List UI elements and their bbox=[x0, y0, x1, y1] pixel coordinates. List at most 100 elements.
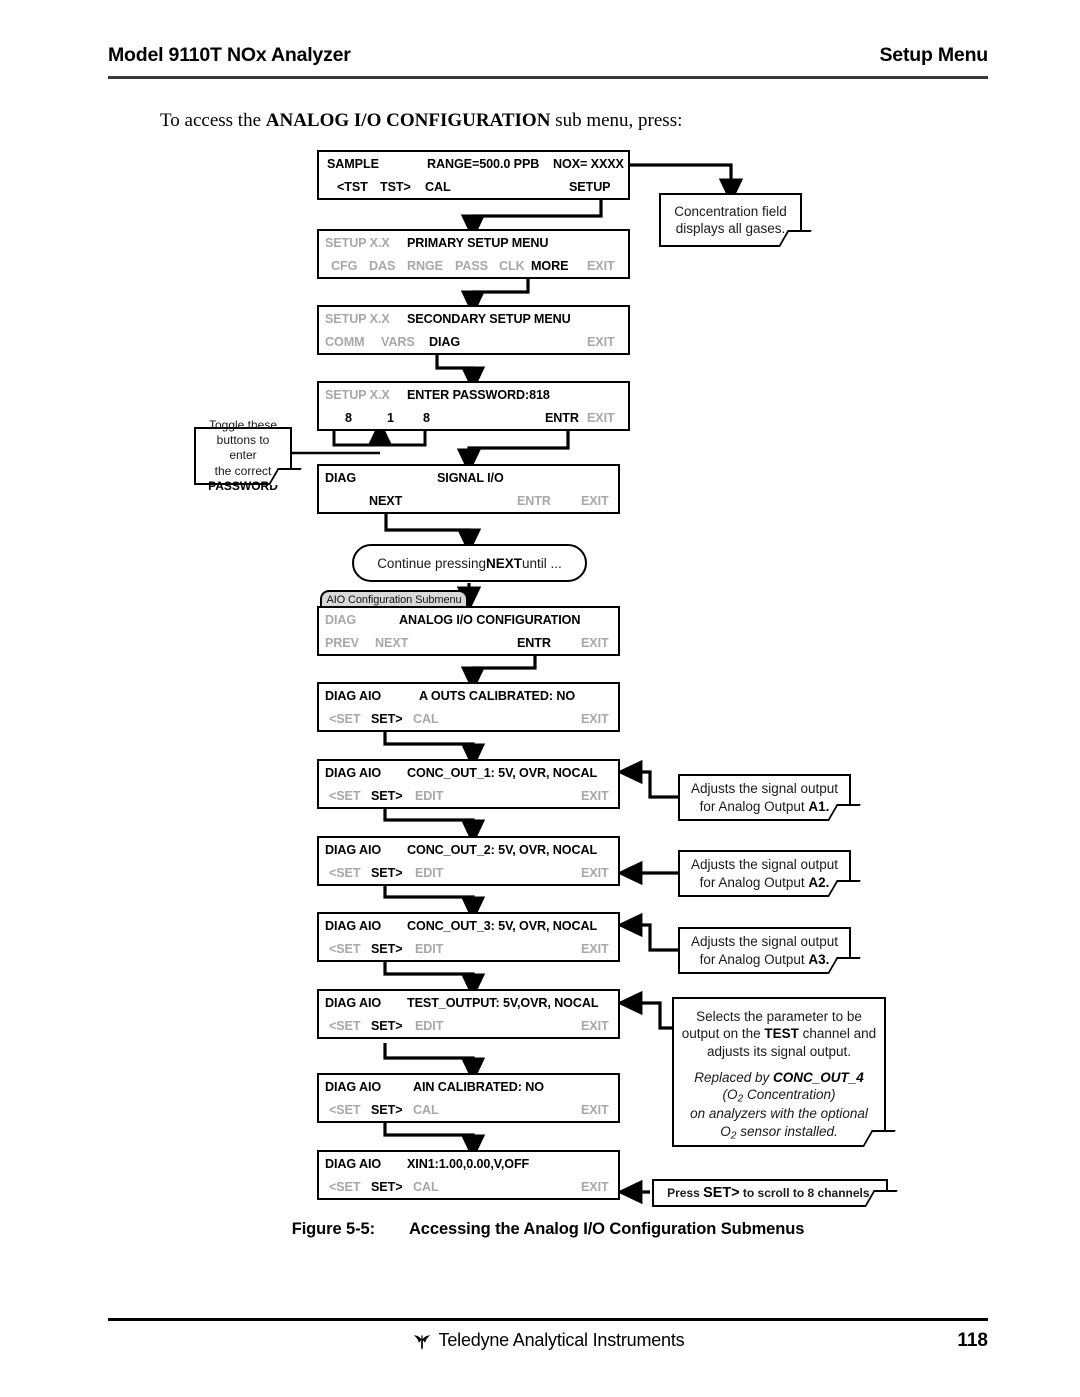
button-prev[interactable]: PREV bbox=[325, 636, 359, 650]
ain-menu-id: DIAG AIO bbox=[325, 1079, 382, 1094]
button-set-next[interactable]: SET> bbox=[371, 712, 403, 726]
password-digit-3[interactable]: 8 bbox=[423, 411, 430, 425]
button-rnge[interactable]: RNGE bbox=[407, 259, 443, 273]
ain-title: AIN CALIBRATED: NO bbox=[413, 1079, 544, 1094]
panel-row-status: SAMPLE RANGE=500.0 PPB NOX= XXXX bbox=[319, 152, 628, 175]
button-edit[interactable]: EDIT bbox=[415, 866, 443, 880]
button-tst-prev[interactable]: <TST bbox=[337, 180, 368, 194]
button-next[interactable]: NEXT bbox=[369, 494, 402, 508]
button-exit[interactable]: EXIT bbox=[581, 494, 609, 508]
button-entr[interactable]: ENTR bbox=[517, 494, 551, 508]
display-panel-sample[interactable]: SAMPLE RANGE=500.0 PPB NOX= XXXX <TST TS… bbox=[317, 150, 630, 200]
continue-before: Continue pressing bbox=[377, 555, 487, 571]
note-scroll-channels: Press SET> to scroll to 8 channels. bbox=[652, 1179, 888, 1207]
button-clk[interactable]: CLK bbox=[499, 259, 525, 273]
button-exit[interactable]: EXIT bbox=[581, 636, 609, 650]
button-exit[interactable]: EXIT bbox=[581, 942, 609, 956]
password-digit-1[interactable]: 8 bbox=[345, 411, 352, 425]
button-pass[interactable]: PASS bbox=[455, 259, 488, 273]
button-more[interactable]: MORE bbox=[531, 259, 568, 273]
display-panel-primary-setup[interactable]: SETUP X.X PRIMARY SETUP MENU CFG DAS RNG… bbox=[317, 229, 630, 279]
button-tst-next[interactable]: TST> bbox=[380, 180, 411, 194]
button-set-prev[interactable]: <SET bbox=[329, 712, 361, 726]
button-set-next[interactable]: SET> bbox=[371, 1180, 403, 1194]
note-test-ital4-pre: O bbox=[720, 1123, 731, 1139]
password-digit-2[interactable]: 1 bbox=[387, 411, 394, 425]
button-edit[interactable]: EDIT bbox=[415, 1019, 443, 1033]
panel-row-status: DIAG ANALOG I/O CONFIGURATION bbox=[319, 608, 618, 631]
button-cal[interactable]: CAL bbox=[413, 712, 439, 726]
note-password-line3: the correct bbox=[214, 463, 272, 478]
note-scroll-emphasis: SET> bbox=[703, 1184, 740, 1201]
figure-caption: Figure 5-5: Accessing the Analog I/O Conf… bbox=[108, 1220, 988, 1239]
button-set-next[interactable]: SET> bbox=[371, 1019, 403, 1033]
button-set-next[interactable]: SET> bbox=[371, 942, 403, 956]
button-setup[interactable]: SETUP bbox=[569, 180, 611, 194]
button-exit[interactable]: EXIT bbox=[587, 411, 615, 425]
display-panel-enter-password[interactable]: SETUP X.X ENTER PASSWORD:818 8 1 8 ENTR … bbox=[317, 381, 630, 431]
button-next[interactable]: NEXT bbox=[375, 636, 408, 650]
secondary-setup-title: SECONDARY SETUP MENU bbox=[407, 311, 571, 326]
note-test-line3: adjusts its signal output. bbox=[706, 1043, 852, 1059]
display-panel-secondary-setup[interactable]: SETUP X.X SECONDARY SETUP MENU COMM VARS… bbox=[317, 305, 630, 355]
button-exit[interactable]: EXIT bbox=[581, 1019, 609, 1033]
display-panel-a-outs-calibrated[interactable]: DIAG AIO A OUTS CALIBRATED: NO <SET SET>… bbox=[317, 682, 620, 732]
button-exit[interactable]: EXIT bbox=[581, 712, 609, 726]
button-entr[interactable]: ENTR bbox=[545, 411, 579, 425]
note-password-toggle: Toggle these buttons to enter the correc… bbox=[194, 418, 292, 493]
button-exit[interactable]: EXIT bbox=[587, 259, 615, 273]
button-set-prev[interactable]: <SET bbox=[329, 866, 361, 880]
button-set-next[interactable]: SET> bbox=[371, 1103, 403, 1117]
button-edit[interactable]: EDIT bbox=[415, 942, 443, 956]
intro-sentence: To access the ANALOG I/O CONFIGURATION s… bbox=[160, 110, 682, 132]
button-exit[interactable]: EXIT bbox=[581, 1180, 609, 1194]
page-header: Model 9110T NOx Analyzer Setup Menu bbox=[108, 44, 988, 67]
intro-before: To access the bbox=[160, 110, 266, 131]
note-password-line1: Toggle these bbox=[208, 417, 278, 432]
button-comm[interactable]: COMM bbox=[325, 335, 365, 349]
display-panel-signal-io[interactable]: DIAG SIGNAL I/O NEXT ENTR EXIT bbox=[317, 464, 620, 514]
display-panel-xin1[interactable]: DIAG AIO XIN1:1.00,0.00,V,OFF <SET SET> … bbox=[317, 1150, 620, 1200]
display-panel-test-output[interactable]: DIAG AIO TEST_OUTPUT: 5V,OVR, NOCAL <SET… bbox=[317, 989, 620, 1039]
button-set-prev[interactable]: <SET bbox=[329, 789, 361, 803]
button-vars[interactable]: VARS bbox=[381, 335, 415, 349]
button-cal[interactable]: CAL bbox=[425, 180, 451, 194]
button-set-next[interactable]: SET> bbox=[371, 789, 403, 803]
button-exit[interactable]: EXIT bbox=[581, 789, 609, 803]
note-password-line2: buttons to enter bbox=[216, 432, 270, 463]
panel-row-buttons: <SET SET> EDIT EXIT bbox=[319, 861, 618, 884]
aio-configuration-submenu-tab: AIO Configuration Submenu bbox=[320, 590, 468, 607]
header-divider bbox=[108, 76, 988, 79]
button-cal[interactable]: CAL bbox=[413, 1180, 439, 1194]
button-set-prev[interactable]: <SET bbox=[329, 942, 361, 956]
button-set-prev[interactable]: <SET bbox=[329, 1103, 361, 1117]
note-scroll-after: to scroll to 8 channels. bbox=[739, 1185, 873, 1200]
button-exit[interactable]: EXIT bbox=[587, 335, 615, 349]
display-panel-conc-out-2[interactable]: DIAG AIO CONC_OUT_2: 5V, OVR, NOCAL <SET… bbox=[317, 836, 620, 886]
button-cal[interactable]: CAL bbox=[413, 1103, 439, 1117]
button-edit[interactable]: EDIT bbox=[415, 789, 443, 803]
panel-row-status: DIAG AIO A OUTS CALIBRATED: NO bbox=[319, 684, 618, 707]
note-concentration-field: Concentration field displays all gases. bbox=[659, 193, 802, 247]
note-test-ital1-before: Replaced by bbox=[694, 1069, 774, 1085]
note-test-channel: Selects the parameter to be output on th… bbox=[672, 997, 886, 1147]
display-panel-analog-io-config[interactable]: DIAG ANALOG I/O CONFIGURATION PREV NEXT … bbox=[317, 606, 620, 656]
button-das[interactable]: DAS bbox=[369, 259, 395, 273]
button-diag[interactable]: DIAG bbox=[429, 335, 460, 349]
button-entr[interactable]: ENTR bbox=[517, 636, 551, 650]
display-panel-conc-out-1[interactable]: DIAG AIO CONC_OUT_1: 5V, OVR, NOCAL <SET… bbox=[317, 759, 620, 809]
note-test-line2-after: channel and bbox=[798, 1026, 877, 1042]
conc1-menu-id: DIAG AIO bbox=[325, 765, 382, 780]
display-panel-conc-out-3[interactable]: DIAG AIO CONC_OUT_3: 5V, OVR, NOCAL <SET… bbox=[317, 912, 620, 962]
button-exit[interactable]: EXIT bbox=[581, 1103, 609, 1117]
button-set-prev[interactable]: <SET bbox=[329, 1019, 361, 1033]
button-cfg[interactable]: CFG bbox=[331, 259, 357, 273]
panel-row-status: DIAG AIO CONC_OUT_2: 5V, OVR, NOCAL bbox=[319, 838, 618, 861]
testout-menu-id: DIAG AIO bbox=[325, 995, 382, 1010]
button-exit[interactable]: EXIT bbox=[581, 866, 609, 880]
display-panel-ain-calibrated[interactable]: DIAG AIO AIN CALIBRATED: NO <SET SET> CA… bbox=[317, 1073, 620, 1123]
signalio-menu-id: DIAG bbox=[325, 470, 357, 485]
conc2-menu-id: DIAG AIO bbox=[325, 842, 382, 857]
button-set-next[interactable]: SET> bbox=[371, 866, 403, 880]
button-set-prev[interactable]: <SET bbox=[329, 1180, 361, 1194]
